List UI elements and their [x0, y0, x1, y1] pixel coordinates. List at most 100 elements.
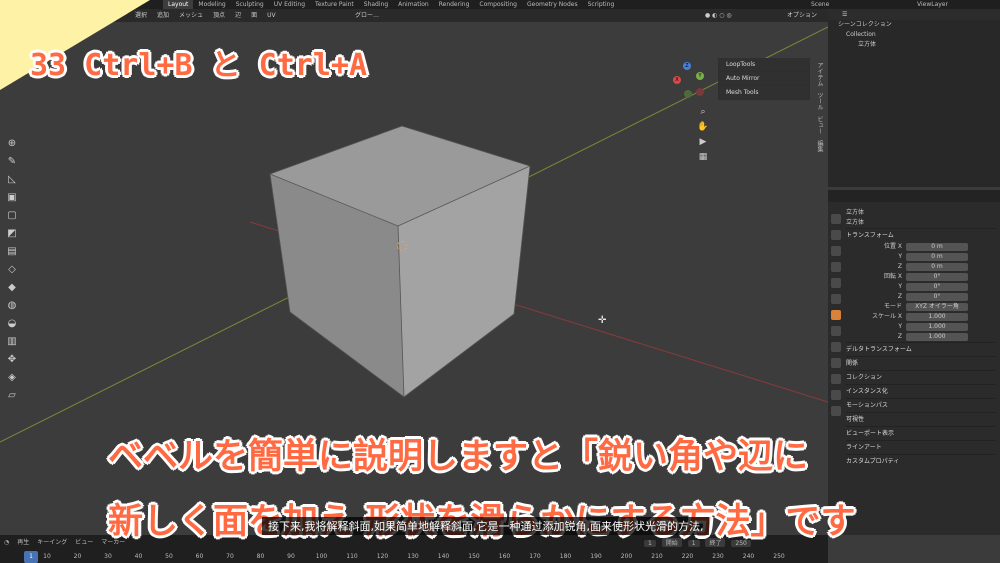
zoom-icon[interactable]: ⌕	[697, 107, 709, 117]
tool-tab-icon[interactable]	[831, 214, 841, 224]
instancing-section[interactable]: インスタンス化	[846, 384, 996, 398]
outliner-object[interactable]: 立方体	[828, 40, 1000, 50]
frame-tick: 240	[742, 553, 755, 560]
viewport-display-section[interactable]: ビューポート表示	[846, 426, 996, 440]
data-tab-icon[interactable]	[831, 390, 841, 400]
options-dropdown[interactable]: オプション	[782, 9, 822, 22]
tab-edit[interactable]: 編集	[815, 140, 824, 152]
tab-layout[interactable]: Layout	[163, 0, 194, 9]
inset-tool-icon[interactable]: ▢	[6, 210, 18, 222]
shear-tool-icon[interactable]: ◈	[6, 372, 18, 384]
motion-paths-section[interactable]: モーションパス	[846, 398, 996, 412]
line-art-section[interactable]: ラインアート	[846, 440, 996, 454]
menu-view[interactable]: ビュー	[71, 538, 97, 548]
constraints-tab-icon[interactable]	[831, 374, 841, 384]
tab-view[interactable]: ビュー	[815, 116, 824, 134]
location-z-field[interactable]: 0 m	[906, 263, 968, 271]
physics-tab-icon[interactable]	[831, 358, 841, 368]
visibility-section[interactable]: 可視性	[846, 412, 996, 426]
render-tab-icon[interactable]	[831, 230, 841, 240]
rip-tool-icon[interactable]: ▱	[6, 390, 18, 402]
gizmo-neg-x[interactable]	[696, 88, 704, 96]
transform-orientation-dropdown[interactable]: グロー…	[350, 9, 384, 22]
location-y-field[interactable]: 0 m	[906, 253, 968, 261]
spin-tool-icon[interactable]: ◍	[6, 300, 18, 312]
gizmo-z[interactable]: Z	[683, 62, 691, 70]
object-tab-icon[interactable]	[831, 310, 841, 320]
material-tab-icon[interactable]	[831, 406, 841, 416]
outliner-scene-collection[interactable]: シーンコレクション	[828, 20, 1000, 30]
grid-icon[interactable]: ▦	[697, 152, 709, 162]
world-tab-icon[interactable]	[831, 294, 841, 304]
tab-modeling[interactable]: Modeling	[193, 0, 230, 9]
tab-sculpting[interactable]: Sculpting	[231, 0, 269, 9]
annotate-tool-icon[interactable]: ✎	[6, 156, 18, 168]
tab-texture-paint[interactable]: Texture Paint	[310, 0, 359, 9]
timeline-ruler[interactable]: 1 10 20 30 40 50 60 70 80 90 100 110 120 130 140 150 160…	[0, 551, 828, 563]
scale-y-field[interactable]: 1.000	[906, 323, 968, 331]
pan-hand-icon[interactable]: ✋	[697, 122, 709, 132]
3d-cursor-icon[interactable]: ✛	[598, 315, 606, 326]
measure-tool-icon[interactable]: ◺	[6, 174, 18, 186]
panel-mesh-tools[interactable]: Mesh Tools	[718, 86, 810, 100]
menu-vertex[interactable]: 頂点	[208, 9, 230, 22]
relations-section[interactable]: 関係	[846, 356, 996, 370]
shading-buttons[interactable]: ● ◐ ○ ◎	[700, 9, 737, 22]
rotation-mode-dropdown[interactable]: XYZ オイラー角	[906, 303, 968, 311]
timeline-editor-icon[interactable]: ◔	[0, 538, 13, 548]
menu-keying[interactable]: キーイング	[33, 538, 71, 548]
delta-transform-section[interactable]: デルタトランスフォーム	[846, 342, 996, 356]
panel-looptools[interactable]: LoopTools	[718, 58, 810, 72]
scene-selector[interactable]: Scene	[806, 0, 834, 9]
tab-geometry-nodes[interactable]: Geometry Nodes	[522, 0, 583, 9]
scale-x-field[interactable]: 1.000	[906, 313, 968, 321]
tab-animation[interactable]: Animation	[393, 0, 434, 9]
location-x-field[interactable]: 0 m	[906, 243, 968, 251]
transform-header[interactable]: トランスフォーム	[846, 228, 996, 242]
tab-tool[interactable]: ツール	[815, 92, 824, 110]
menu-face[interactable]: 面	[246, 9, 262, 22]
poly-build-tool-icon[interactable]: ◆	[6, 282, 18, 294]
rotation-y-field[interactable]: 0°	[906, 283, 968, 291]
scale-z-field[interactable]: 1.000	[906, 333, 968, 341]
gizmo-neg-y[interactable]	[684, 90, 692, 98]
modifier-tab-icon[interactable]	[831, 326, 841, 336]
panel-auto-mirror[interactable]: Auto Mirror	[718, 72, 810, 86]
cursor-tool-icon[interactable]: ⊕	[6, 138, 18, 150]
frame-tick: 250	[773, 553, 785, 560]
video-title: 33 Ctrl+B と Ctrl+A	[30, 48, 368, 83]
tab-item[interactable]: アイテム	[815, 62, 824, 86]
shrink-tool-icon[interactable]: ✥	[6, 354, 18, 366]
gizmo-x[interactable]: X	[673, 76, 681, 84]
menu-add[interactable]: 追加	[152, 9, 174, 22]
menu-mesh[interactable]: メッシュ	[174, 9, 208, 22]
navigation-gizmo[interactable]: Z Y X	[668, 62, 706, 100]
outliner-collection[interactable]: Collection	[828, 30, 1000, 40]
extrude-tool-icon[interactable]: ▣	[6, 192, 18, 204]
edge-slide-tool-icon[interactable]: ▥	[6, 336, 18, 348]
knife-tool-icon[interactable]: ◇	[6, 264, 18, 276]
view-layer-tab-icon[interactable]	[831, 262, 841, 272]
tab-scripting[interactable]: Scripting	[583, 0, 620, 9]
camera-icon[interactable]: ▶	[697, 137, 709, 147]
menu-edge[interactable]: 辺	[230, 9, 246, 22]
output-tab-icon[interactable]	[831, 246, 841, 256]
smooth-tool-icon[interactable]: ◒	[6, 318, 18, 330]
tab-shading[interactable]: Shading	[359, 0, 393, 9]
object-data-name[interactable]: 立方体	[846, 218, 996, 228]
custom-properties-section[interactable]: カスタムプロパティ	[846, 454, 996, 468]
menu-playback[interactable]: 再生	[13, 538, 33, 548]
collections-section[interactable]: コレクション	[846, 370, 996, 384]
view-layer-selector[interactable]: ViewLayer	[912, 0, 953, 9]
menu-uv[interactable]: UV	[262, 9, 281, 22]
gizmo-y[interactable]: Y	[696, 72, 704, 80]
tab-rendering[interactable]: Rendering	[434, 0, 475, 9]
rotation-z-field[interactable]: 0°	[906, 293, 968, 301]
scene-tab-icon[interactable]	[831, 278, 841, 288]
tab-compositing[interactable]: Compositing	[474, 0, 522, 9]
particles-tab-icon[interactable]	[831, 342, 841, 352]
bevel-tool-icon[interactable]: ◩	[6, 228, 18, 240]
rotation-x-field[interactable]: 0°	[906, 273, 968, 281]
tab-uv-editing[interactable]: UV Editing	[269, 0, 310, 9]
loop-cut-tool-icon[interactable]: ▤	[6, 246, 18, 258]
